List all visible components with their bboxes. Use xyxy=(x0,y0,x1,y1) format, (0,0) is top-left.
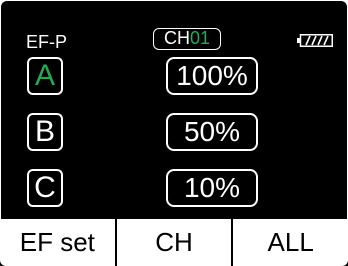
group-a-power-value[interactable]: 100% xyxy=(166,57,258,95)
group-b-button[interactable]: B xyxy=(27,113,63,151)
group-c-button[interactable]: C xyxy=(27,169,63,207)
channel-indicator: CH01 xyxy=(153,28,221,50)
softkey-bar: EF set CH ALL xyxy=(0,219,348,266)
channel-prefix: CH xyxy=(163,28,190,48)
flash-controller-screen: EF-P CH01 A 100% B 50% C 10% EF set CH A… xyxy=(0,0,348,266)
group-a-button[interactable]: A xyxy=(27,57,63,95)
battery-full-icon xyxy=(297,34,333,47)
all-softkey[interactable]: ALL xyxy=(233,219,348,266)
group-b-power-value[interactable]: 50% xyxy=(166,113,258,151)
channel-number: 01 xyxy=(189,28,211,48)
group-c-power-value[interactable]: 10% xyxy=(166,169,258,207)
ef-set-softkey[interactable]: EF set xyxy=(0,219,115,266)
channel-softkey[interactable]: CH xyxy=(116,219,232,266)
mode-label: EF-P xyxy=(26,32,68,52)
